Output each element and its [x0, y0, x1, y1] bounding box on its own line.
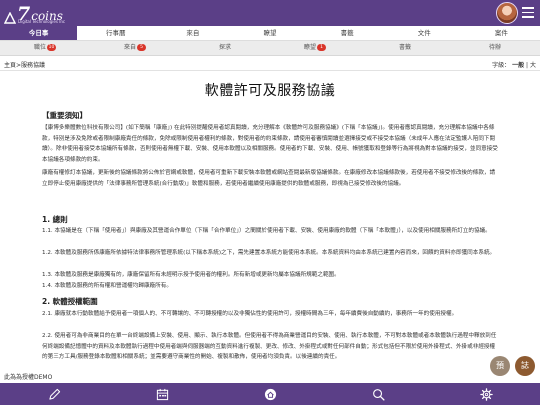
tab-cases[interactable]: 案件	[463, 26, 540, 40]
section-1-paragraph-4: 1.4. 本軟體及服務的所有權和營運權均歸康廠所有。	[42, 283, 172, 289]
notice-heading: 【重要須知】	[42, 111, 87, 120]
subtab-label: 待辦	[488, 44, 501, 51]
primary-tabs: 今日事 行事曆 來自 瞭望 書籤 文件 案件	[0, 26, 540, 41]
calendar-icon	[156, 388, 168, 400]
subtab-label: 書籤	[398, 44, 411, 51]
pen-icon	[48, 388, 60, 400]
subtab-label: 瞭望	[303, 44, 316, 51]
demo-label: 此為為授權DEMO	[4, 374, 53, 381]
section-2-heading: 2. 軟體授權範圍	[42, 297, 98, 306]
bottom-nav-home[interactable]	[216, 383, 324, 405]
logo-mark-icon	[4, 12, 16, 24]
font-size-separator: |	[526, 62, 529, 69]
page-title: 軟體許可及服務協議	[204, 83, 336, 99]
breadcrumb-row: 主頁>服務協議 字級： 一般 | 大	[0, 58, 540, 71]
document-content[interactable]: 軟體許可及服務協議 【重要須知】 【康博多樂體數位科技有限公司】(如下簡稱「康廠…	[0, 72, 540, 382]
notice-paragraph-1: 【康博多樂體數位科技有限公司】(如下簡稱「康廠」) 在此特別提醒使用者認真閱讀，…	[42, 125, 498, 163]
tab-today[interactable]: 今日事	[0, 26, 78, 40]
logo-subtitle: Digital Technologies Inc	[18, 19, 66, 24]
count-badge: 1	[317, 44, 326, 51]
avatar[interactable]	[496, 2, 518, 24]
tab-lookout[interactable]: 瞭望	[231, 26, 308, 40]
hamburger-menu-icon[interactable]	[522, 7, 534, 18]
tab-documents[interactable]: 文件	[386, 26, 463, 40]
brand-logo[interactable]: 7 coins Digital Technologies Inc	[4, 2, 66, 24]
tab-bookmarks[interactable]: 書籤	[309, 26, 386, 40]
font-size-label: 字級：	[492, 62, 511, 69]
section-1-paragraph-1: 1.1. 本協議是在（下稱「使用者」）與康廠及其營運合作單位（下稱「合作單位」）…	[42, 228, 491, 234]
count-badge: 10	[47, 44, 56, 51]
count-badge: 5	[137, 44, 146, 51]
secondary-tabs: 職位 10 來自 5 探求 瞭望 1 書籤 待辦	[0, 41, 540, 56]
subtab-incoming[interactable]: 來自 5	[90, 41, 180, 55]
section-2-paragraph-1: 2.1. 康廠就本行動軟體給予使用者一項個人的、不可轉讓的、不可轉授權的以及非獨…	[42, 311, 458, 317]
section-2-paragraph-2: 2.2. 使用者可為非商業目的在單一台終端設備上安裝、使用、顯示、執行本軟體。但…	[42, 333, 497, 361]
settings-icon	[479, 387, 493, 401]
font-size-large[interactable]: 大	[530, 62, 536, 69]
subtab-label: 探求	[218, 44, 231, 51]
bottom-nav	[0, 383, 540, 405]
home-icon	[264, 388, 276, 400]
subtab-explore[interactable]: 探求	[180, 41, 270, 55]
subtab-todo[interactable]: 待辦	[450, 41, 540, 55]
subtab-position[interactable]: 職位 10	[0, 41, 90, 55]
preview-button[interactable]: 預	[490, 356, 510, 376]
subtab-label: 職位	[33, 44, 46, 51]
font-size-switcher: 字級： 一般 | 大	[492, 60, 536, 69]
subtab-bookmarks[interactable]: 書籤	[360, 41, 450, 55]
section-1-paragraph-3: 1.3. 本軟體及服務是康廠獨有的，康廠保留所有未經明示授予使用者的權利。所有新…	[42, 272, 340, 278]
log-button[interactable]: 誌	[515, 356, 535, 376]
bottom-nav-pen[interactable]	[0, 383, 108, 405]
bottom-nav-settings[interactable]	[432, 383, 540, 405]
bottom-nav-search[interactable]	[324, 383, 432, 405]
font-size-normal[interactable]: 一般	[512, 62, 524, 69]
notice-paragraph-2: 康廠有權修訂本協議，更新後的協議條款將公佈於官網或軟體，使用者可重新下載安裝本軟…	[42, 170, 496, 187]
top-bar: 7 coins Digital Technologies Inc	[0, 0, 540, 26]
bottom-nav-calendar[interactable]	[108, 383, 216, 405]
breadcrumb[interactable]: 主頁>服務協議	[4, 60, 45, 69]
search-icon	[372, 388, 385, 401]
subtab-lookout[interactable]: 瞭望 1	[270, 41, 360, 55]
tab-incoming[interactable]: 來自	[154, 26, 231, 40]
subtab-label: 來自	[123, 44, 136, 51]
section-1-heading: 1. 總則	[42, 215, 68, 224]
tab-calendar[interactable]: 行事曆	[77, 26, 154, 40]
section-1-paragraph-2: 1.2. 本軟體及服務所係康廠所依據特法律事務所管理系統(以下稱本系統)之下，需…	[42, 250, 496, 256]
